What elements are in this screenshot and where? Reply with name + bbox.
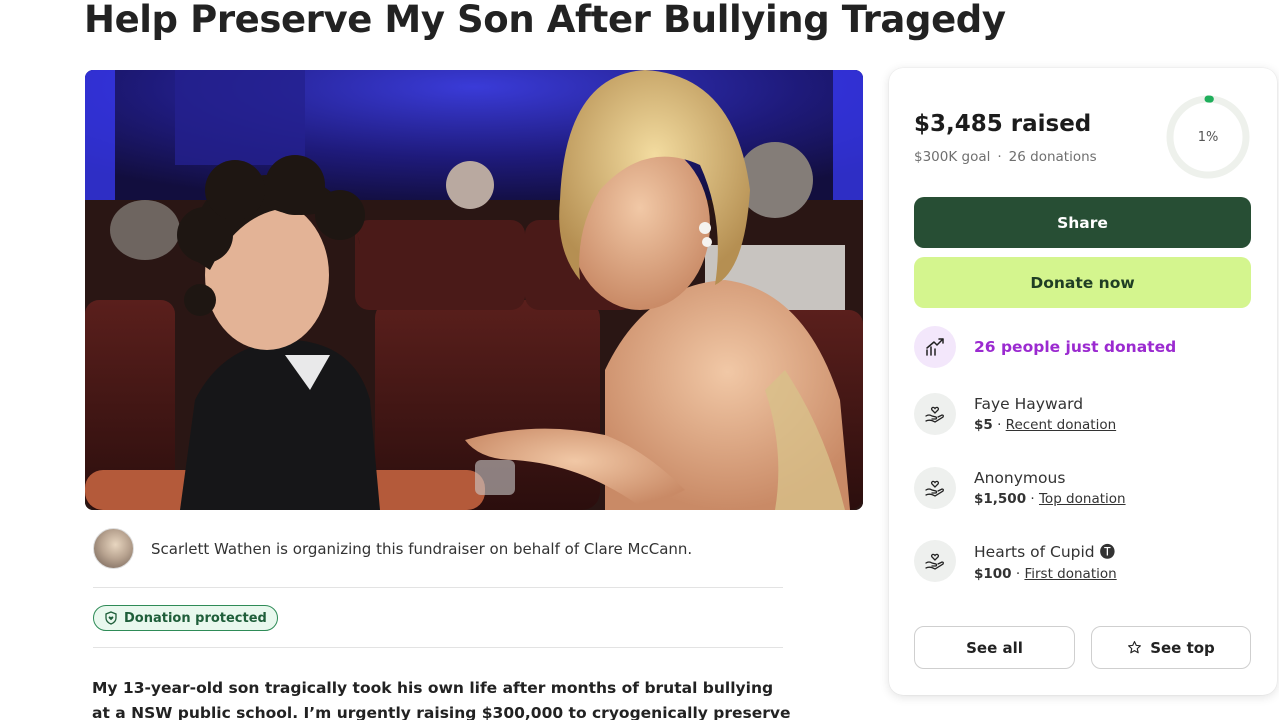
divider — [93, 647, 783, 648]
donor-name: Faye Hayward — [974, 395, 1084, 413]
recent-donation-link[interactable]: Recent donation — [1006, 417, 1116, 433]
see-top-button[interactable]: See top — [1091, 626, 1251, 669]
donation-protected-label: Donation protected — [124, 610, 267, 626]
meta-separator: · — [1011, 566, 1025, 582]
see-all-label: See all — [966, 638, 1023, 657]
recent-activity-row[interactable]: 26 people just donated — [914, 326, 1176, 368]
organizer-row: Scarlett Wathen is organizing this fundr… — [93, 528, 692, 569]
amount-raised: $3,485 raised — [914, 111, 1092, 137]
donation-protected-badge[interactable]: Donation protected — [93, 605, 278, 631]
organizer-avatar[interactable] — [93, 528, 134, 569]
share-button[interactable]: Share — [914, 197, 1251, 248]
trending-up-icon — [914, 326, 956, 368]
meta-separator: · — [1026, 491, 1039, 507]
see-all-button[interactable]: See all — [914, 626, 1075, 669]
hand-heart-icon — [914, 393, 956, 435]
meta-separator: · — [992, 417, 1006, 433]
donations-count: 26 donations — [1008, 149, 1097, 165]
donor-name: Hearts of Cupid 🅣 — [974, 543, 1116, 561]
hero-photo — [85, 70, 863, 510]
donor-item: Anonymous $1,500 · Top donation — [914, 467, 1126, 509]
page-title: Help Preserve My Son After Bullying Trag… — [84, 0, 1006, 41]
just-donated-text: 26 people just donated — [974, 338, 1177, 356]
donate-now-button[interactable]: Donate now — [914, 257, 1251, 308]
progress-percent: 1% — [1197, 129, 1219, 145]
goal-amount: $300K goal — [914, 149, 991, 165]
first-donation-link[interactable]: First donation — [1024, 566, 1116, 582]
donation-card: $3,485 raised $300K goal · 26 donations 1%… — [889, 68, 1277, 695]
goal-line: $300K goal · 26 donations — [914, 149, 1097, 165]
top-donation-link[interactable]: Top donation — [1039, 491, 1126, 507]
star-icon — [1128, 641, 1142, 654]
donor-name: Anonymous — [974, 469, 1066, 487]
divider — [93, 587, 783, 588]
goal-separator: · — [997, 149, 1002, 165]
see-top-label: See top — [1150, 638, 1215, 657]
donor-amount: $100 — [974, 566, 1012, 582]
organizer-text: Scarlett Wathen is organizing this fundr… — [151, 539, 693, 558]
shield-heart-icon — [105, 611, 117, 625]
donor-amount: $1,500 — [974, 491, 1027, 507]
hand-heart-icon — [914, 467, 956, 509]
story-text: My 13-year-old son tragically took his o… — [92, 679, 791, 720]
hand-heart-icon — [914, 540, 956, 582]
donor-item: Hearts of Cupid 🅣 $100 · First donation — [914, 540, 1117, 582]
donor-item: Faye Hayward $5 · Recent donation — [914, 393, 1116, 435]
donor-amount: $5 — [974, 417, 993, 433]
